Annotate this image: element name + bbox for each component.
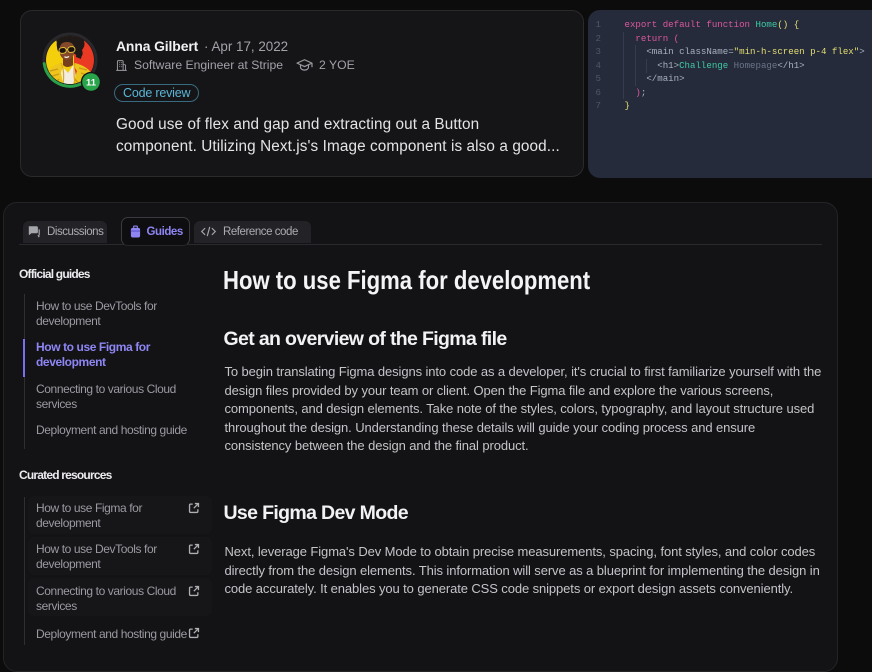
svg-text:11: 11: [86, 77, 97, 88]
